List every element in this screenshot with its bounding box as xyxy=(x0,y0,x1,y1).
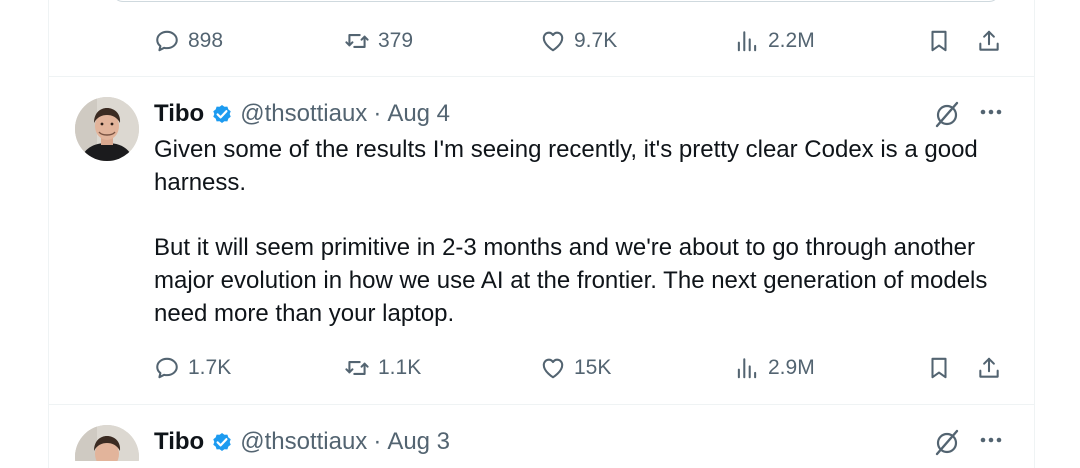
reply-count: 1.7K xyxy=(188,356,232,379)
avatar[interactable] xyxy=(75,425,139,461)
more-icon[interactable] xyxy=(976,97,1006,127)
like-count: 9.7K xyxy=(574,29,618,52)
share-button[interactable] xyxy=(976,21,1002,61)
repost-icon xyxy=(344,355,370,381)
verified-badge-icon xyxy=(213,105,231,123)
separator: · xyxy=(373,100,382,127)
share-icon xyxy=(976,28,1002,54)
grok-icon[interactable] xyxy=(932,427,962,457)
repost-icon xyxy=(344,28,370,54)
reply-button[interactable]: 898 xyxy=(154,21,223,61)
timestamp[interactable]: Aug 3 xyxy=(387,428,450,456)
repost-button[interactable]: 1.1K xyxy=(344,348,421,388)
repost-count: 1.1K xyxy=(378,356,422,379)
repost-button[interactable]: 379 xyxy=(344,21,413,61)
action-bar: 1.7K 1.1K 15K 2.9M xyxy=(154,348,1009,388)
views-icon xyxy=(734,355,760,381)
author-handle[interactable]: @thsottiaux xyxy=(240,100,367,128)
bookmark-button[interactable] xyxy=(926,348,952,388)
action-bar-top: 898 379 9.7K 2.2M xyxy=(154,21,1009,61)
reply-count: 898 xyxy=(188,29,224,52)
divider xyxy=(48,404,1034,405)
grok-icon[interactable] xyxy=(932,99,962,129)
heart-icon xyxy=(540,28,566,54)
author-name[interactable]: Tibo xyxy=(154,428,204,456)
like-count: 15K xyxy=(574,356,612,379)
tweet-header: Tibo @thsottiaux · Aug 3 xyxy=(154,425,450,459)
quoted-card-edge xyxy=(112,0,1000,2)
views-button[interactable]: 2.2M xyxy=(734,21,815,61)
tweet[interactable]: Tibo @thsottiaux · Aug 3 xyxy=(48,425,1033,461)
separator: · xyxy=(373,428,382,455)
verified-badge-icon xyxy=(213,433,231,451)
tweet-header: Tibo @thsottiaux · Aug 4 xyxy=(154,97,450,131)
reply-icon xyxy=(154,355,180,381)
view-count: 2.9M xyxy=(768,356,815,379)
like-button[interactable]: 15K xyxy=(540,348,611,388)
views-button[interactable]: 2.9M xyxy=(734,348,815,388)
bookmark-button[interactable] xyxy=(926,21,952,61)
author-handle[interactable]: @thsottiaux xyxy=(240,428,367,456)
view-count: 2.2M xyxy=(768,29,815,52)
reply-button[interactable]: 1.7K xyxy=(154,348,231,388)
more-icon[interactable] xyxy=(976,425,1006,455)
repost-count: 379 xyxy=(378,29,414,52)
author-name[interactable]: Tibo xyxy=(154,100,204,128)
heart-icon xyxy=(540,355,566,381)
reply-icon xyxy=(154,28,180,54)
share-button[interactable] xyxy=(976,348,1002,388)
views-icon xyxy=(734,28,760,54)
divider xyxy=(48,76,1034,77)
like-button[interactable]: 9.7K xyxy=(540,21,617,61)
bookmark-icon xyxy=(926,28,952,54)
tweet-paragraph: But it will seem primitive in 2-3 months… xyxy=(154,234,988,327)
tweet-paragraph: Given some of the results I'm seeing rec… xyxy=(154,136,978,196)
timestamp[interactable]: Aug 4 xyxy=(387,100,450,128)
avatar[interactable] xyxy=(75,97,139,161)
share-icon xyxy=(976,355,1002,381)
bookmark-icon xyxy=(926,355,952,381)
tweet-text: Given some of the results I'm seeing rec… xyxy=(154,133,994,330)
